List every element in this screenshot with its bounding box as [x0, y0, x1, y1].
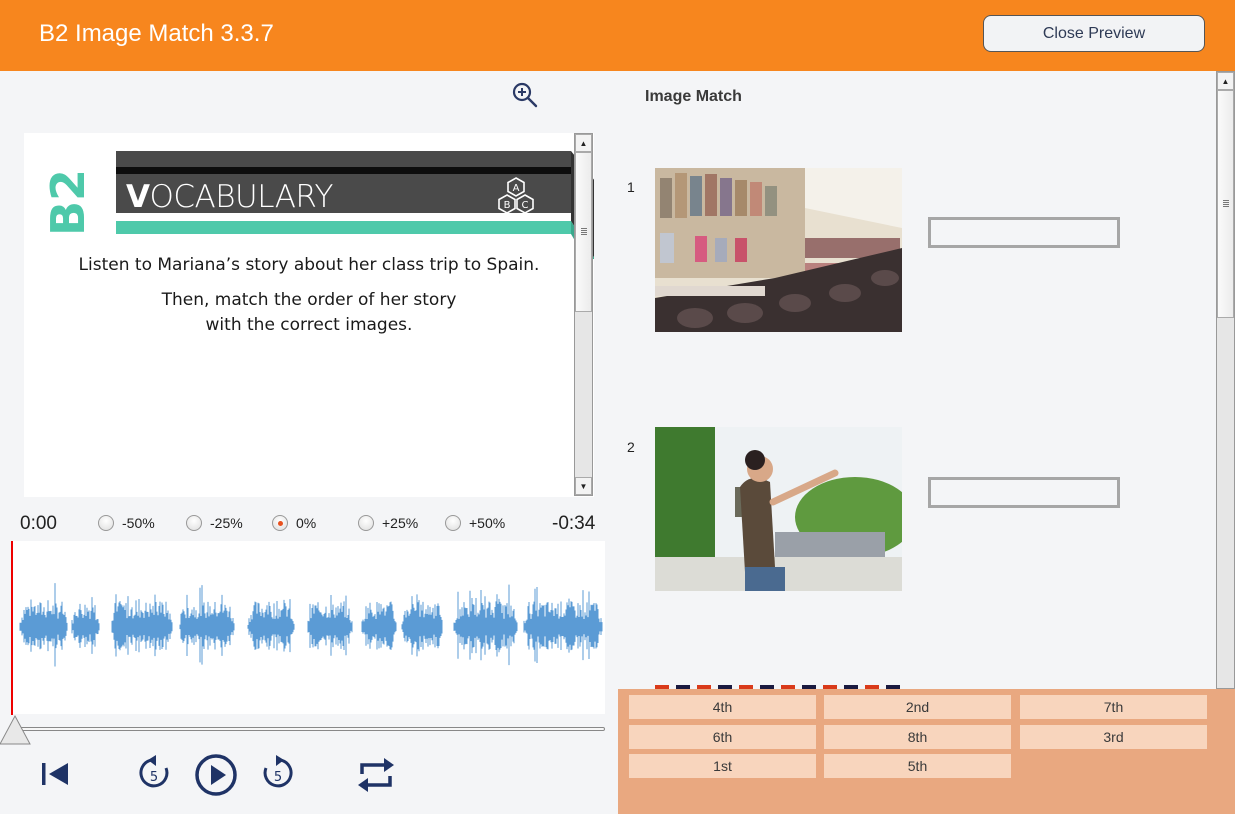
- speed-option-0[interactable]: 0%: [272, 515, 316, 531]
- speed-label: -50%: [122, 515, 155, 531]
- speed-label: -25%: [210, 515, 243, 531]
- tourist-woman-image: [655, 427, 902, 591]
- speed-option-minus50[interactable]: -50%: [98, 515, 155, 531]
- market-stall-image: [655, 168, 902, 332]
- audio-waveform[interactable]: [12, 541, 605, 714]
- choice-chip[interactable]: 4th: [629, 695, 816, 719]
- choice-chip[interactable]: 1st: [629, 754, 816, 778]
- vocabulary-title-rest: OCABULARY: [149, 179, 334, 215]
- b2-logo: B2: [48, 169, 88, 236]
- waveform-graphic: [19, 583, 603, 667]
- answer-drop-box-2[interactable]: [928, 477, 1120, 508]
- item-number-2: 2: [627, 439, 635, 455]
- vocabulary-title-initial: V: [126, 179, 150, 215]
- playhead-marker: [11, 541, 13, 715]
- seek-handle[interactable]: [0, 714, 32, 746]
- item-number-1: 1: [627, 179, 635, 195]
- speed-label: +25%: [382, 515, 419, 531]
- skip-to-start-icon[interactable]: [40, 754, 70, 794]
- choice-chip[interactable]: 5th: [824, 754, 1011, 778]
- svg-text:B: B: [504, 200, 511, 211]
- instruction-line-2: Then, match the order of her story: [161, 290, 457, 310]
- remaining-time: -0:34: [552, 513, 596, 534]
- choice-chip[interactable]: 7th: [1020, 695, 1207, 719]
- speed-option-plus25[interactable]: +25%: [358, 515, 418, 531]
- choice-chip[interactable]: 8th: [824, 725, 1011, 749]
- rewind-5-label: 5: [150, 770, 158, 785]
- scroll-up-icon[interactable]: ▲: [575, 134, 592, 152]
- image-match-panel: Image Match 1 2: [618, 71, 1216, 689]
- app-title: B2 Image Match 3.3.7: [39, 20, 274, 47]
- svg-text:A: A: [513, 183, 520, 194]
- activity-content: B2 VOCABULARY A B C Listen to Mariana’s …: [24, 133, 594, 497]
- forward-5-icon[interactable]: 5: [258, 754, 298, 794]
- close-preview-button[interactable]: Close Preview: [983, 15, 1205, 52]
- grip-icon: [580, 228, 587, 236]
- b2-logo-text: B2: [48, 169, 88, 236]
- scrollbar-thumb[interactable]: [575, 152, 592, 312]
- header-bar: B2 Image Match 3.3.7 Close Preview: [0, 0, 1235, 71]
- speed-option-plus50[interactable]: +50%: [445, 515, 505, 531]
- radio-button-selected[interactable]: [272, 515, 288, 531]
- choice-chip[interactable]: 6th: [629, 725, 816, 749]
- banner-stripe: [116, 167, 571, 174]
- scroll-down-icon[interactable]: ▼: [575, 477, 592, 495]
- content-scrollbar[interactable]: ▲ ▼: [574, 133, 593, 496]
- speed-label: 0%: [296, 515, 317, 531]
- grip-icon: [1222, 200, 1229, 208]
- choice-chip[interactable]: 3rd: [1020, 725, 1207, 749]
- svg-text:C: C: [522, 200, 529, 211]
- current-time: 0:00: [20, 513, 57, 534]
- vocabulary-title: VOCABULARY: [126, 179, 333, 215]
- player-time-row: 0:00 -50% -25% 0% +25% +50% -0:34: [0, 510, 615, 538]
- speed-option-minus25[interactable]: -25%: [186, 515, 243, 531]
- scrollbar-thumb[interactable]: [1217, 90, 1234, 318]
- banner-teal-strip: [116, 221, 571, 234]
- instruction-line-1: Listen to Mariana’s story about her clas…: [78, 255, 540, 275]
- seek-bar[interactable]: [14, 727, 605, 731]
- forward-5-label: 5: [274, 770, 282, 785]
- zoom-in-icon[interactable]: [511, 81, 539, 109]
- choice-chip[interactable]: 2nd: [824, 695, 1011, 719]
- radio-button[interactable]: [358, 515, 374, 531]
- radio-button[interactable]: [186, 515, 202, 531]
- radio-button[interactable]: [98, 515, 114, 531]
- panel-title: Image Match: [645, 88, 742, 105]
- answer-drop-box-1[interactable]: [928, 217, 1120, 248]
- answer-choices-tray: 4th 2nd 7th 6th 8th 3rd 1st 5th: [618, 689, 1235, 814]
- radio-button[interactable]: [445, 515, 461, 531]
- panel-scrollbar[interactable]: ▲: [1216, 71, 1235, 689]
- scroll-up-icon[interactable]: ▲: [1217, 72, 1234, 90]
- speed-label: +50%: [469, 515, 506, 531]
- abc-hexagon-icon: A B C: [498, 177, 534, 214]
- instruction-line-3: with the correct images.: [205, 315, 413, 335]
- rewind-5-icon[interactable]: 5: [134, 754, 174, 794]
- repeat-icon[interactable]: [356, 754, 396, 796]
- play-icon[interactable]: [194, 753, 238, 797]
